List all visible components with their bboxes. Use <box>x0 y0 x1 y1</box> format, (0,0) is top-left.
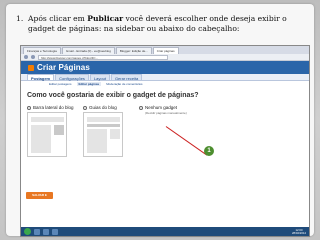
tab-gerar-receita[interactable]: Gerar receita <box>110 74 143 81</box>
clock-date: 28/02/2012 <box>292 230 306 235</box>
annotation-badge: 1 <box>204 146 214 156</box>
taskbar-app-icon[interactable] <box>34 228 40 235</box>
browser-tab[interactable]: Blogger: Edição de... <box>115 47 152 54</box>
instruction-part-1: Após clicar em <box>28 14 88 23</box>
taskbar-app-icon[interactable] <box>52 228 58 235</box>
browser-tab-active[interactable]: Criar páginas <box>152 47 179 54</box>
annotation-arrow <box>165 126 208 156</box>
blogger-tabs: Postagem Configurações Layout Gerar rece… <box>21 74 309 81</box>
radio-sidebar[interactable] <box>27 105 31 110</box>
tab-postagem[interactable]: Postagem <box>27 74 55 81</box>
option-label: Guias do blog <box>89 105 117 110</box>
blogger-logo-icon <box>28 64 34 71</box>
instruction-text: 1. Após clicar em Publicar você deverá es… <box>16 14 316 34</box>
option-label: Nenhum gadget <box>145 105 178 110</box>
clock: 12:00 28/02/2012 <box>292 228 306 235</box>
back-icon[interactable] <box>24 55 28 59</box>
instruction-bold: Publicar <box>87 14 124 23</box>
forward-icon[interactable] <box>31 55 35 59</box>
taskbar-app-icon[interactable] <box>43 228 49 235</box>
sidebar-preview-image[interactable] <box>27 112 67 157</box>
option-tabs[interactable]: Guias do blog <box>83 105 123 157</box>
blogger-subtabs: Editar postagens Editar páginas Moderaçã… <box>21 81 309 87</box>
gadget-question: Como você gostaria de exibir o gadget de… <box>27 92 199 99</box>
subtab-editar-postagens[interactable]: Editar postagens <box>47 82 74 86</box>
save-publish-button[interactable]: SALVAR E PUBLICAR <box>26 192 53 204</box>
blogger-header: Criar Páginas <box>21 61 309 74</box>
radio-tabs[interactable] <box>83 105 87 110</box>
browser-tab[interactable]: Finanças e Tecnologia <box>23 47 61 54</box>
option-sidebar[interactable]: Barra lateral do blog <box>27 105 74 157</box>
taskbar: 12:00 28/02/2012 <box>21 227 309 236</box>
url-input[interactable]: http://www.blogger.com/pages.g?blogID=..… <box>38 54 168 60</box>
tabs-preview-image[interactable] <box>83 112 123 157</box>
address-bar: http://www.blogger.com/pages.g?blogID=..… <box>21 54 309 61</box>
option-none[interactable]: Nenhum gadget (Decidir páginas manualmen… <box>139 105 187 115</box>
tab-configuracoes[interactable]: Configurações <box>55 74 89 81</box>
step-number: 1. <box>16 14 24 23</box>
option-label: Barra lateral do blog <box>33 105 74 110</box>
screenshot: Finanças e Tecnologia Gmail - Entrada (0… <box>20 45 310 237</box>
option-hint: (Decidir páginas manualmente) <box>145 111 187 115</box>
browser-tab-bar: Finanças e Tecnologia Gmail - Entrada (0… <box>21 46 309 54</box>
instruction-line-2: gadget de páginas: na sidebar ou abaixo … <box>28 24 240 33</box>
instruction-part-2: você deverá escolher onde deseja exibir … <box>123 14 287 23</box>
radio-none[interactable] <box>139 105 143 110</box>
browser-tab[interactable]: Gmail - Entrada (0) - eu@seublog <box>61 47 115 54</box>
tab-layout[interactable]: Layout <box>89 74 110 81</box>
subtab-editar-paginas[interactable]: Editar páginas <box>76 82 102 86</box>
start-button-icon[interactable] <box>24 228 31 235</box>
subtab-moderacao[interactable]: Moderação de comentários <box>104 82 144 86</box>
page-title: Criar Páginas <box>37 63 90 72</box>
